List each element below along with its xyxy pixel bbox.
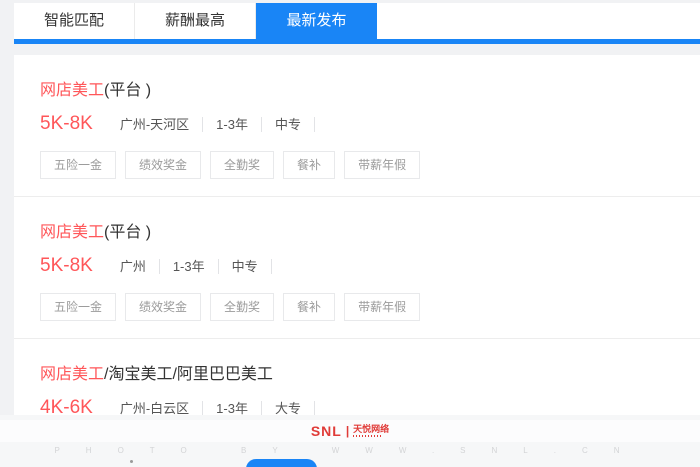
brand-logo-text: SNL bbox=[310, 423, 342, 439]
location-text: 广州-白云区 bbox=[107, 400, 204, 415]
brand-logo: SNL | 天悦网络 bbox=[311, 423, 389, 439]
experience-text: 1-3年 bbox=[160, 258, 219, 274]
tab-latest-posted[interactable]: 最新发布 bbox=[256, 3, 377, 39]
brand-logo-band: SNL | 天悦网络 bbox=[0, 420, 700, 442]
watermark-text: PHOTO BY WWW.SNL.CN bbox=[54, 446, 646, 455]
job-list-screen: 智能匹配 薪酬最高 最新发布 网店美工(平台 ) 5K-8K 广州-天河区 1-… bbox=[0, 0, 700, 467]
job-title-primary: 网店美工 bbox=[40, 366, 105, 383]
benefit-tag: 五险一金 bbox=[40, 151, 117, 179]
brand-logo-subtext bbox=[353, 435, 382, 437]
job-title[interactable]: 网店美工/淘宝美工/阿里巴巴美工 bbox=[40, 360, 700, 384]
location-text: 广州-天河区 bbox=[107, 116, 204, 132]
cutoff-blue-button[interactable] bbox=[246, 459, 317, 467]
tab-bar: 智能匹配 薪酬最高 最新发布 bbox=[14, 3, 700, 39]
job-title-primary: 网店美工 bbox=[40, 82, 105, 99]
job-title[interactable]: 网店美工(平台 ) bbox=[40, 218, 700, 242]
salary-row: 5K-8K 广州-天河区 1-3年 中专 bbox=[40, 113, 700, 135]
main-panel: 智能匹配 薪酬最高 最新发布 网店美工(平台 ) 5K-8K 广州-天河区 1-… bbox=[14, 3, 700, 415]
benefit-tag: 绩效奖金 bbox=[125, 151, 202, 179]
job-title[interactable]: 网店美工(平台 ) bbox=[40, 76, 700, 100]
education-text: 中专 bbox=[262, 116, 315, 132]
benefit-tag: 带薪年假 bbox=[344, 151, 421, 179]
tab-content-gap bbox=[14, 44, 700, 55]
experience-text: 1-3年 bbox=[203, 400, 262, 415]
cutoff-glyph-dot bbox=[130, 460, 133, 463]
benefit-tag: 餐补 bbox=[283, 151, 336, 179]
job-row[interactable]: 网店美工/淘宝美工/阿里巴巴美工 4K-6K 广州-白云区 1-3年 大专 bbox=[14, 339, 700, 415]
benefit-tag: 全勤奖 bbox=[210, 151, 275, 179]
salary-row: 4K-6K 广州-白云区 1-3年 大专 bbox=[40, 397, 700, 415]
tab-highest-salary[interactable]: 薪酬最高 bbox=[135, 3, 256, 39]
job-title-secondary: (平台 ) bbox=[104, 82, 152, 99]
salary-text: 5K-8K bbox=[40, 113, 93, 134]
benefit-tag: 绩效奖金 bbox=[125, 293, 202, 321]
education-text: 大专 bbox=[262, 400, 315, 415]
job-title-primary: 网店美工 bbox=[40, 224, 105, 241]
benefit-tag: 餐补 bbox=[283, 293, 336, 321]
job-row[interactable]: 网店美工(平台 ) 5K-8K 广州 1-3年 中专 五险一金 绩效奖金 全勤奖… bbox=[14, 197, 700, 339]
brand-logo-chinese: 天悦网络 bbox=[353, 424, 390, 434]
salary-text: 4K-6K bbox=[40, 397, 93, 415]
salary-row: 5K-8K 广州 1-3年 中专 bbox=[40, 255, 700, 277]
footer-watermark-area: SNL | 天悦网络 PHOTO BY WWW.SNL.CN bbox=[0, 415, 700, 467]
job-title-secondary: /淘宝美工/阿里巴巴美工 bbox=[104, 366, 273, 383]
job-title-secondary: (平台 ) bbox=[104, 224, 152, 241]
tab-smart-match[interactable]: 智能匹配 bbox=[14, 3, 135, 39]
experience-text: 1-3年 bbox=[203, 116, 262, 132]
brand-logo-separator: | bbox=[345, 424, 350, 438]
benefit-tag: 全勤奖 bbox=[210, 293, 275, 321]
salary-text: 5K-8K bbox=[40, 255, 93, 276]
benefit-tag: 带薪年假 bbox=[344, 293, 421, 321]
job-row[interactable]: 网店美工(平台 ) 5K-8K 广州-天河区 1-3年 中专 五险一金 绩效奖金… bbox=[14, 55, 700, 197]
benefit-tags-row: 五险一金 绩效奖金 全勤奖 餐补 带薪年假 bbox=[40, 151, 700, 179]
education-text: 中专 bbox=[219, 258, 272, 274]
benefit-tag: 五险一金 bbox=[40, 293, 117, 321]
brand-logo-cn-wrap: 天悦网络 bbox=[353, 425, 389, 437]
job-list: 网店美工(平台 ) 5K-8K 广州-天河区 1-3年 中专 五险一金 绩效奖金… bbox=[14, 55, 700, 415]
location-text: 广州 bbox=[107, 258, 160, 274]
benefit-tags-row: 五险一金 绩效奖金 全勤奖 餐补 带薪年假 bbox=[40, 293, 700, 321]
